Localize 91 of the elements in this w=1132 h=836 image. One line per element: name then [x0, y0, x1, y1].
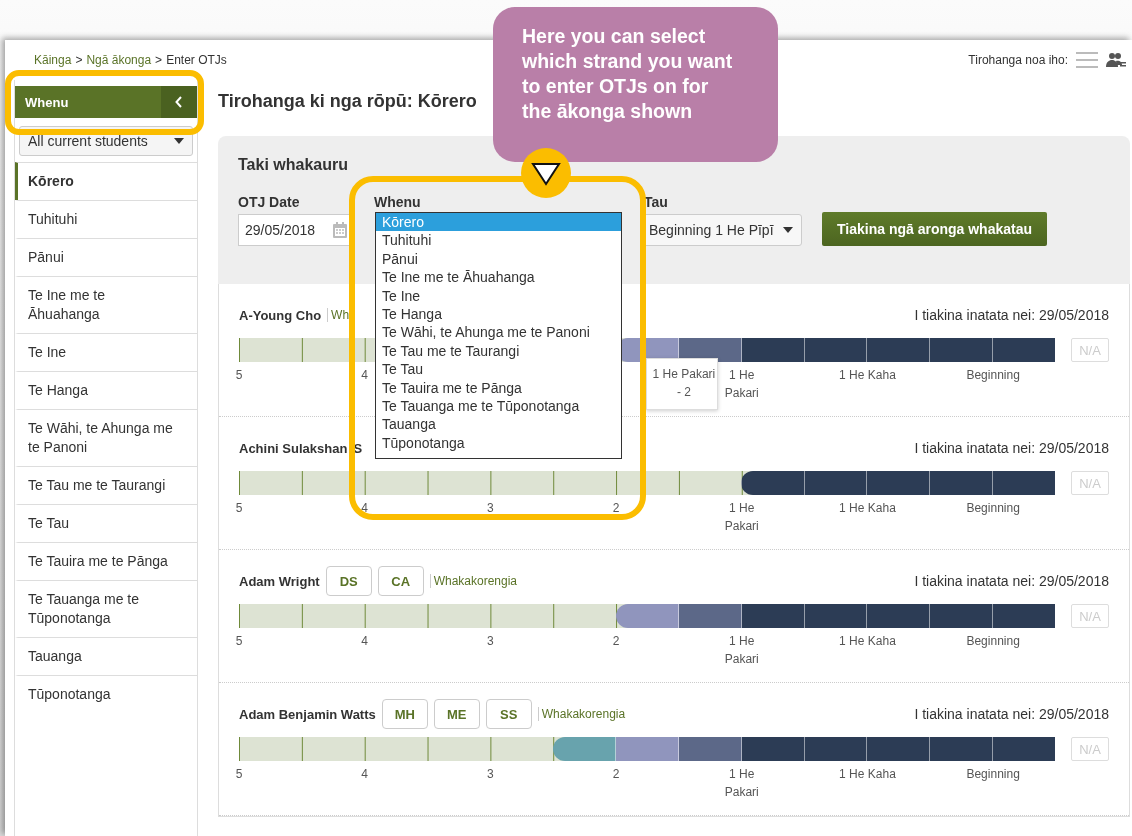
breadcrumb-link[interactable]: Ngā ākonga	[86, 53, 152, 67]
level-tooltip: 1 He Pakari - 2	[645, 358, 718, 410]
sidebar-item[interactable]: Kōrero	[15, 162, 197, 200]
breadcrumb-separator: >	[75, 53, 83, 67]
scale-label: 1 He Kaha	[839, 500, 896, 517]
calendar-icon	[333, 222, 347, 238]
scale-label: 5	[235, 367, 243, 384]
people-icon[interactable]	[1106, 52, 1126, 68]
scale-label: 2	[612, 766, 620, 783]
tag-button[interactable]: DS	[325, 566, 372, 596]
menu-item[interactable]: Tauanga	[376, 415, 621, 434]
sidebar-item[interactable]: Te Hanga	[15, 371, 197, 409]
save-button[interactable]: Tiakina ngā aronga whakatau	[822, 212, 1048, 246]
level-track[interactable]	[239, 737, 1056, 761]
scale-label: 1 He Kaha	[839, 633, 896, 650]
scale-label: Beginning	[966, 766, 1020, 783]
scale-label: Beginning	[966, 633, 1020, 650]
menu-item[interactable]: Pānui	[376, 249, 621, 269]
field-label: Whenu	[374, 194, 421, 210]
sidebar-item[interactable]: Te Tau	[15, 504, 197, 542]
sidebar-header: Whenu	[15, 86, 197, 118]
student-name: Adam Wright	[239, 573, 320, 589]
clear-link[interactable]: Wh	[327, 308, 350, 322]
student-name: A-Young Cho	[239, 307, 322, 323]
page-title: Tirohanga ki nga rōpū: Kōrero	[218, 91, 477, 112]
sidebar-item[interactable]: Tauanga	[15, 637, 197, 675]
scale-label: 2	[612, 500, 620, 517]
scale-label: Beginning	[966, 500, 1020, 517]
scale-label: 4	[361, 633, 369, 650]
sidebar-item[interactable]: Te Tauira me te Pānga	[15, 542, 197, 580]
breadcrumb-link[interactable]: Kāinga	[34, 53, 72, 67]
scale-label: 5	[235, 766, 243, 783]
tag-button[interactable]: CA	[377, 566, 424, 596]
panel-title: Taki whakauru	[238, 156, 348, 174]
scale-label: Beginning	[966, 367, 1020, 384]
menu-item[interactable]: Te Wāhi, te Ahunga me te Panoni	[376, 323, 621, 342]
sidebar-item[interactable]: Te Ine	[15, 333, 197, 371]
field-label: OTJ Date	[238, 194, 300, 210]
scale-label: 3	[487, 500, 494, 517]
caret-icon	[783, 227, 793, 233]
clear-link[interactable]: Whakakorengia	[537, 707, 626, 721]
caret-icon	[174, 138, 184, 144]
scale-label: 1 He Kaha	[839, 367, 896, 384]
menu-item[interactable]: Te Tauira me te Pānga	[376, 378, 621, 398]
level-track[interactable]	[239, 604, 1056, 628]
sidebar-item[interactable]: Tūponotanga	[15, 675, 197, 713]
tag-button[interactable]: ME	[433, 699, 480, 729]
menu-item[interactable]: Te Ine	[376, 286, 621, 306]
saved-date: I tiakina inatata nei: 29/05/2018	[914, 307, 1109, 323]
scale-label: 4	[361, 500, 369, 517]
menu-item[interactable]: Te Tau me te Taurangi	[376, 341, 621, 361]
scale-label: 5	[235, 500, 243, 517]
scale-label: 1 He Kaha	[839, 766, 896, 783]
scale-label: 2	[612, 633, 620, 650]
sidebar-item[interactable]: Te Ine me te Āhuahanga	[15, 276, 197, 333]
tag-button[interactable]: SS	[485, 699, 532, 729]
menu-item[interactable]: Te Ine me te Āhuahanga	[376, 268, 621, 287]
scale-label: 1 He Pakari	[723, 500, 760, 535]
scale-label: 4	[361, 766, 369, 783]
level-track[interactable]	[239, 471, 1056, 495]
saved-date: I tiakina inatata nei: 29/05/2018	[914, 706, 1109, 722]
scale-label: 3	[487, 633, 494, 650]
sidebar-item[interactable]: Tuhituhi	[15, 200, 197, 238]
saved-date: I tiakina inatata nei: 29/05/2018	[914, 573, 1109, 589]
breadcrumb-current: Enter OTJs	[166, 53, 227, 67]
callout-bubble: Here you can select which strand you want to enter OTJs on for the ākonga shown	[493, 7, 778, 162]
sidebar-item[interactable]: Pānui	[15, 238, 197, 276]
sidebar-item[interactable]: Te Tau me te Taurangi	[15, 466, 197, 504]
view-label: Tirohanga noa iho:	[968, 53, 1068, 67]
menu-item[interactable]: Te Tauanga me te Tūponotanga	[376, 397, 621, 416]
scale-label: 3	[487, 766, 494, 783]
collapse-button[interactable]	[161, 86, 197, 118]
saved-date: I tiakina inatata nei: 29/05/2018	[914, 440, 1109, 456]
student-name: Achini Sulakshan	[239, 440, 348, 456]
menu-item[interactable]: Te Tau	[376, 360, 621, 379]
menu-item[interactable]: Tūponotanga	[376, 433, 621, 453]
menu-item[interactable]: Te Hanga	[376, 305, 621, 324]
triangle-marker-icon	[520, 147, 572, 199]
scale-label: 1 He Pakari	[723, 633, 760, 668]
tag-button[interactable]: MH	[381, 699, 428, 729]
sidebar-item[interactable]: Te Wāhi, te Ahunga me te Panoni	[15, 409, 197, 466]
chevron-left-icon	[175, 96, 183, 108]
student-name: Adam Benjamin Watts	[239, 706, 376, 722]
menu-item[interactable]: Tuhituhi	[376, 231, 621, 250]
breadcrumb-separator: >	[155, 53, 163, 67]
scale-label: 5	[235, 633, 243, 650]
strand-dropdown-menu[interactable]: Kōrero Tuhituhi Pānui Te Ine me te Āhuahanga Te Ine Te Hanga Te Wāhi, te Ahunga me te Panoni Te Tau me te Taurangi Te Tau Te Tauira me te Pānga Te Tauanga me te Tūponotanga Tauanga Tūponotanga	[375, 212, 622, 460]
clear-link[interactable]: Whakakorengia	[429, 574, 518, 588]
scale-label: 1 He Pakari	[723, 766, 760, 801]
sidebar-item[interactable]: Te Tauanga me te Tūponotanga	[15, 580, 197, 637]
scale-label: 4	[361, 367, 369, 384]
